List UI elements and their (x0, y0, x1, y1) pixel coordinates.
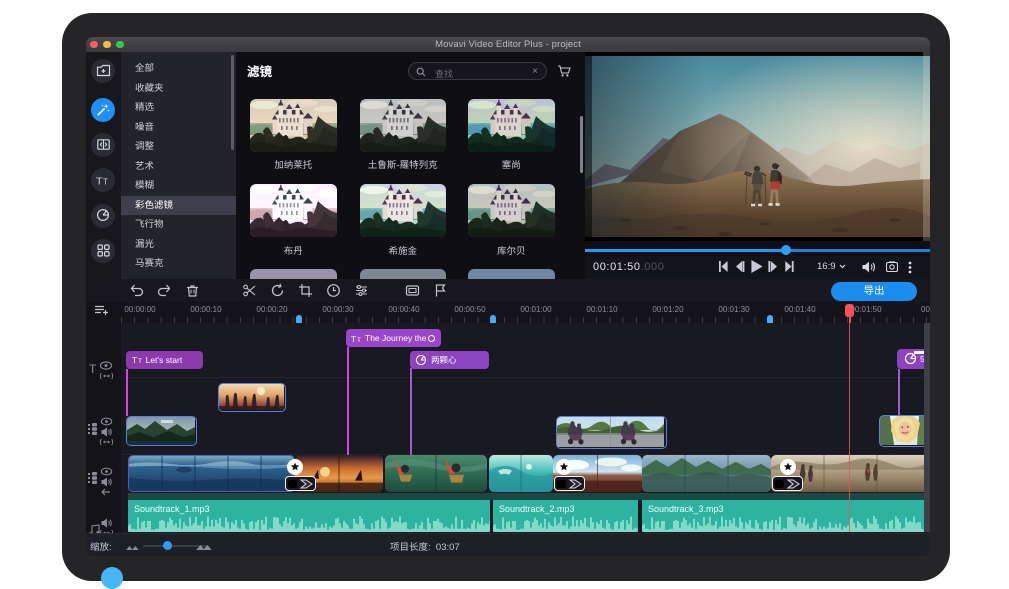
svg-text:T: T (132, 355, 137, 364)
svg-text:T: T (357, 337, 361, 343)
svg-text:T: T (96, 175, 103, 187)
svg-text:T: T (103, 177, 108, 186)
svg-text:T: T (138, 358, 142, 364)
svg-text:T: T (351, 334, 356, 343)
